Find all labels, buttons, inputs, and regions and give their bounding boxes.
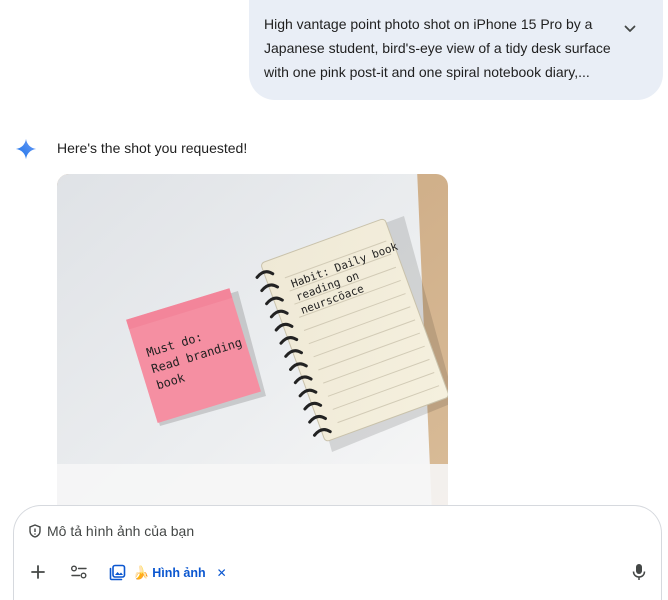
generated-image-art: Habit: Daily book reading on neurscöace … <box>57 174 448 514</box>
prompt-line-3: with one pink post-it and one spiral not… <box>264 64 590 80</box>
chevron-down-icon[interactable] <box>623 22 637 36</box>
add-button[interactable] <box>28 562 48 582</box>
tune-icon <box>71 565 87 579</box>
microphone-button[interactable] <box>630 563 648 581</box>
prompt-line-1: High vantage point photo shot on iPhone … <box>264 16 593 32</box>
user-prompt-bubble: High vantage point photo shot on iPhone … <box>249 0 663 100</box>
shield-icon <box>29 524 41 538</box>
close-icon[interactable]: ✕ <box>217 566 227 580</box>
image-gallery-icon <box>109 564 125 580</box>
prompt-text: High vantage point photo shot on iPhone … <box>264 12 619 84</box>
composer: Mô tả hình ảnh của bạn 🍌 Hình ảnh ✕ <box>13 505 662 600</box>
image-mode-chip[interactable]: 🍌 Hình ảnh ✕ <box>133 562 227 584</box>
plus-icon <box>31 565 45 579</box>
microphone-icon <box>632 564 646 580</box>
banana-icon: 🍌 <box>133 565 150 580</box>
prompt-placeholder: Mô tả hình ảnh của bạn <box>47 523 195 539</box>
tools-button[interactable] <box>69 562 89 582</box>
response-text: Here's the shot you requested! <box>57 140 248 156</box>
prompt-input[interactable]: Mô tả hình ảnh của bạn <box>28 523 194 539</box>
gemini-sparkle-icon <box>15 138 37 160</box>
image-mode-label: Hình ảnh <box>152 566 206 580</box>
generated-image[interactable]: Habit: Daily book reading on neurscöace … <box>57 174 448 514</box>
prompt-line-2: Japanese student, bird's-eye view of a t… <box>264 40 611 56</box>
image-gallery-button[interactable] <box>108 563 126 581</box>
